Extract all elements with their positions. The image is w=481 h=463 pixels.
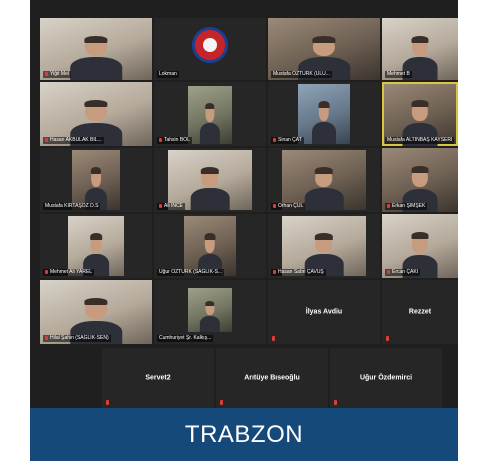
participant-name-center: Uğur Özdemirci (359, 374, 413, 382)
participant-name-center: İlyas Avdiu (305, 308, 343, 316)
participant-tile[interactable]: Tahsin BOL (154, 82, 266, 146)
participant-tile[interactable]: Mustafa KIRTAŞÖZ D.S (40, 148, 152, 212)
participant-tile[interactable]: Erkan ŞİMŞEK (382, 148, 458, 212)
participant-name-label: Hasan AKBULAK BİL... (43, 137, 104, 144)
participant-tile[interactable]: Hasan Sabri ÇAVUŞ (268, 214, 380, 278)
participant-name-label: Ercan ÇAKI (385, 269, 421, 276)
mic-muted-icon (45, 137, 48, 142)
participant-video (188, 288, 232, 332)
participant-tile[interactable]: Cumhuriyet Şr. Kalkış... (154, 280, 266, 344)
participant-name-label: Uğur ÖZTÜRK (SAĞLIK-S... (157, 269, 225, 276)
mic-muted-icon (45, 269, 48, 274)
participant-tile[interactable]: Rezzet (382, 280, 458, 344)
participant-name-label: Mustafa ÖZTÜRK (ULU... (271, 71, 332, 78)
participant-tile[interactable]: İlyas Avdiu (268, 280, 380, 344)
mic-muted-icon (45, 335, 48, 340)
participant-name-label: Mustafa ALTINBAŞ KAYSERİ (385, 137, 455, 144)
participant-video (70, 35, 122, 80)
participant-name-center: Servet2 (145, 374, 171, 382)
mic-muted-icon (273, 137, 276, 142)
mic-muted-icon (272, 336, 275, 341)
participant-name-label: Mustafa KIRTAŞÖZ D.S (43, 203, 101, 210)
mic-muted-icon (159, 203, 162, 208)
participant-tile[interactable]: Ercan ÇAKI (382, 214, 458, 278)
participant-tile[interactable]: Lokman (154, 18, 266, 80)
participant-tile[interactable]: Mehmet B (382, 18, 458, 80)
participant-name-label: Lokman (157, 71, 179, 78)
participant-name-label: Ali İNCE (157, 203, 185, 210)
participant-video (298, 84, 350, 144)
participant-video (282, 150, 366, 210)
mic-muted-icon (387, 203, 390, 208)
mic-muted-icon (273, 203, 276, 208)
organization-logo-icon (192, 27, 228, 64)
participant-name-label: Yiğit Mel (43, 71, 71, 78)
participant-name-label: Tahsin BOL (157, 137, 192, 144)
mic-muted-icon (106, 400, 109, 405)
location-banner: TRABZON (30, 408, 458, 461)
mic-muted-icon (220, 400, 223, 405)
participant-tile[interactable]: Servet2 (102, 348, 214, 408)
mic-muted-icon (387, 269, 390, 274)
participant-video (188, 86, 232, 144)
participant-tile[interactable]: Uğur ÖZTÜRK (SAĞLIK-S... (154, 214, 266, 278)
participant-name-label: Cumhuriyet Şr. Kalkış... (157, 335, 214, 342)
participant-tile[interactable]: Yiğit Mel (40, 18, 152, 80)
participant-name-center: Rezzet (408, 308, 432, 316)
mic-muted-icon (334, 400, 337, 405)
participant-name-label: Mehmet Ali YAREL (43, 269, 95, 276)
participant-tile[interactable]: Mustafa ALTINBAŞ KAYSERİ (382, 82, 458, 146)
video-grid: Yiğit Mel Lokman Mustafa ÖZTÜRK (ULU... … (30, 0, 458, 408)
participant-tile[interactable]: Mehmet Ali YAREL (40, 214, 152, 278)
mic-muted-icon (386, 336, 389, 341)
mic-muted-icon (45, 71, 48, 76)
participant-video (184, 216, 236, 276)
participant-name-label: Hasan Sabri ÇAVUŞ (271, 269, 326, 276)
participant-name-label: Orhan ÇUL (271, 203, 306, 210)
participant-tile[interactable]: Orhan ÇUL (268, 148, 380, 212)
mic-muted-icon (159, 137, 162, 142)
participant-tile[interactable]: Hasan AKBULAK BİL... (40, 82, 152, 146)
participant-tile[interactable]: Hilal Şahin (SAĞLIK-SEN) (40, 280, 152, 344)
participant-video (72, 150, 120, 210)
participant-name-label: Sinan ÇAT (271, 137, 304, 144)
participant-video (68, 216, 124, 276)
participant-name-label: Mehmet B (385, 71, 412, 78)
participant-tile[interactable]: Uğur Özdemirci (330, 348, 442, 408)
participant-name-label: Hilal Şahin (SAĞLIK-SEN) (43, 335, 111, 342)
participant-tile[interactable]: Mustafa ÖZTÜRK (ULU... (268, 18, 380, 80)
mic-muted-icon (273, 269, 276, 274)
participant-video (282, 216, 366, 276)
participant-tile[interactable]: Arıtüye Bıseoğlu (216, 348, 328, 408)
participant-video (168, 150, 252, 210)
participant-name-center: Arıtüye Bıseoğlu (244, 374, 300, 382)
participant-tile[interactable]: Sinan ÇAT (268, 82, 380, 146)
participant-name-label: Erkan ŞİMŞEK (385, 203, 428, 210)
participant-tile[interactable]: Ali İNCE (154, 148, 266, 212)
